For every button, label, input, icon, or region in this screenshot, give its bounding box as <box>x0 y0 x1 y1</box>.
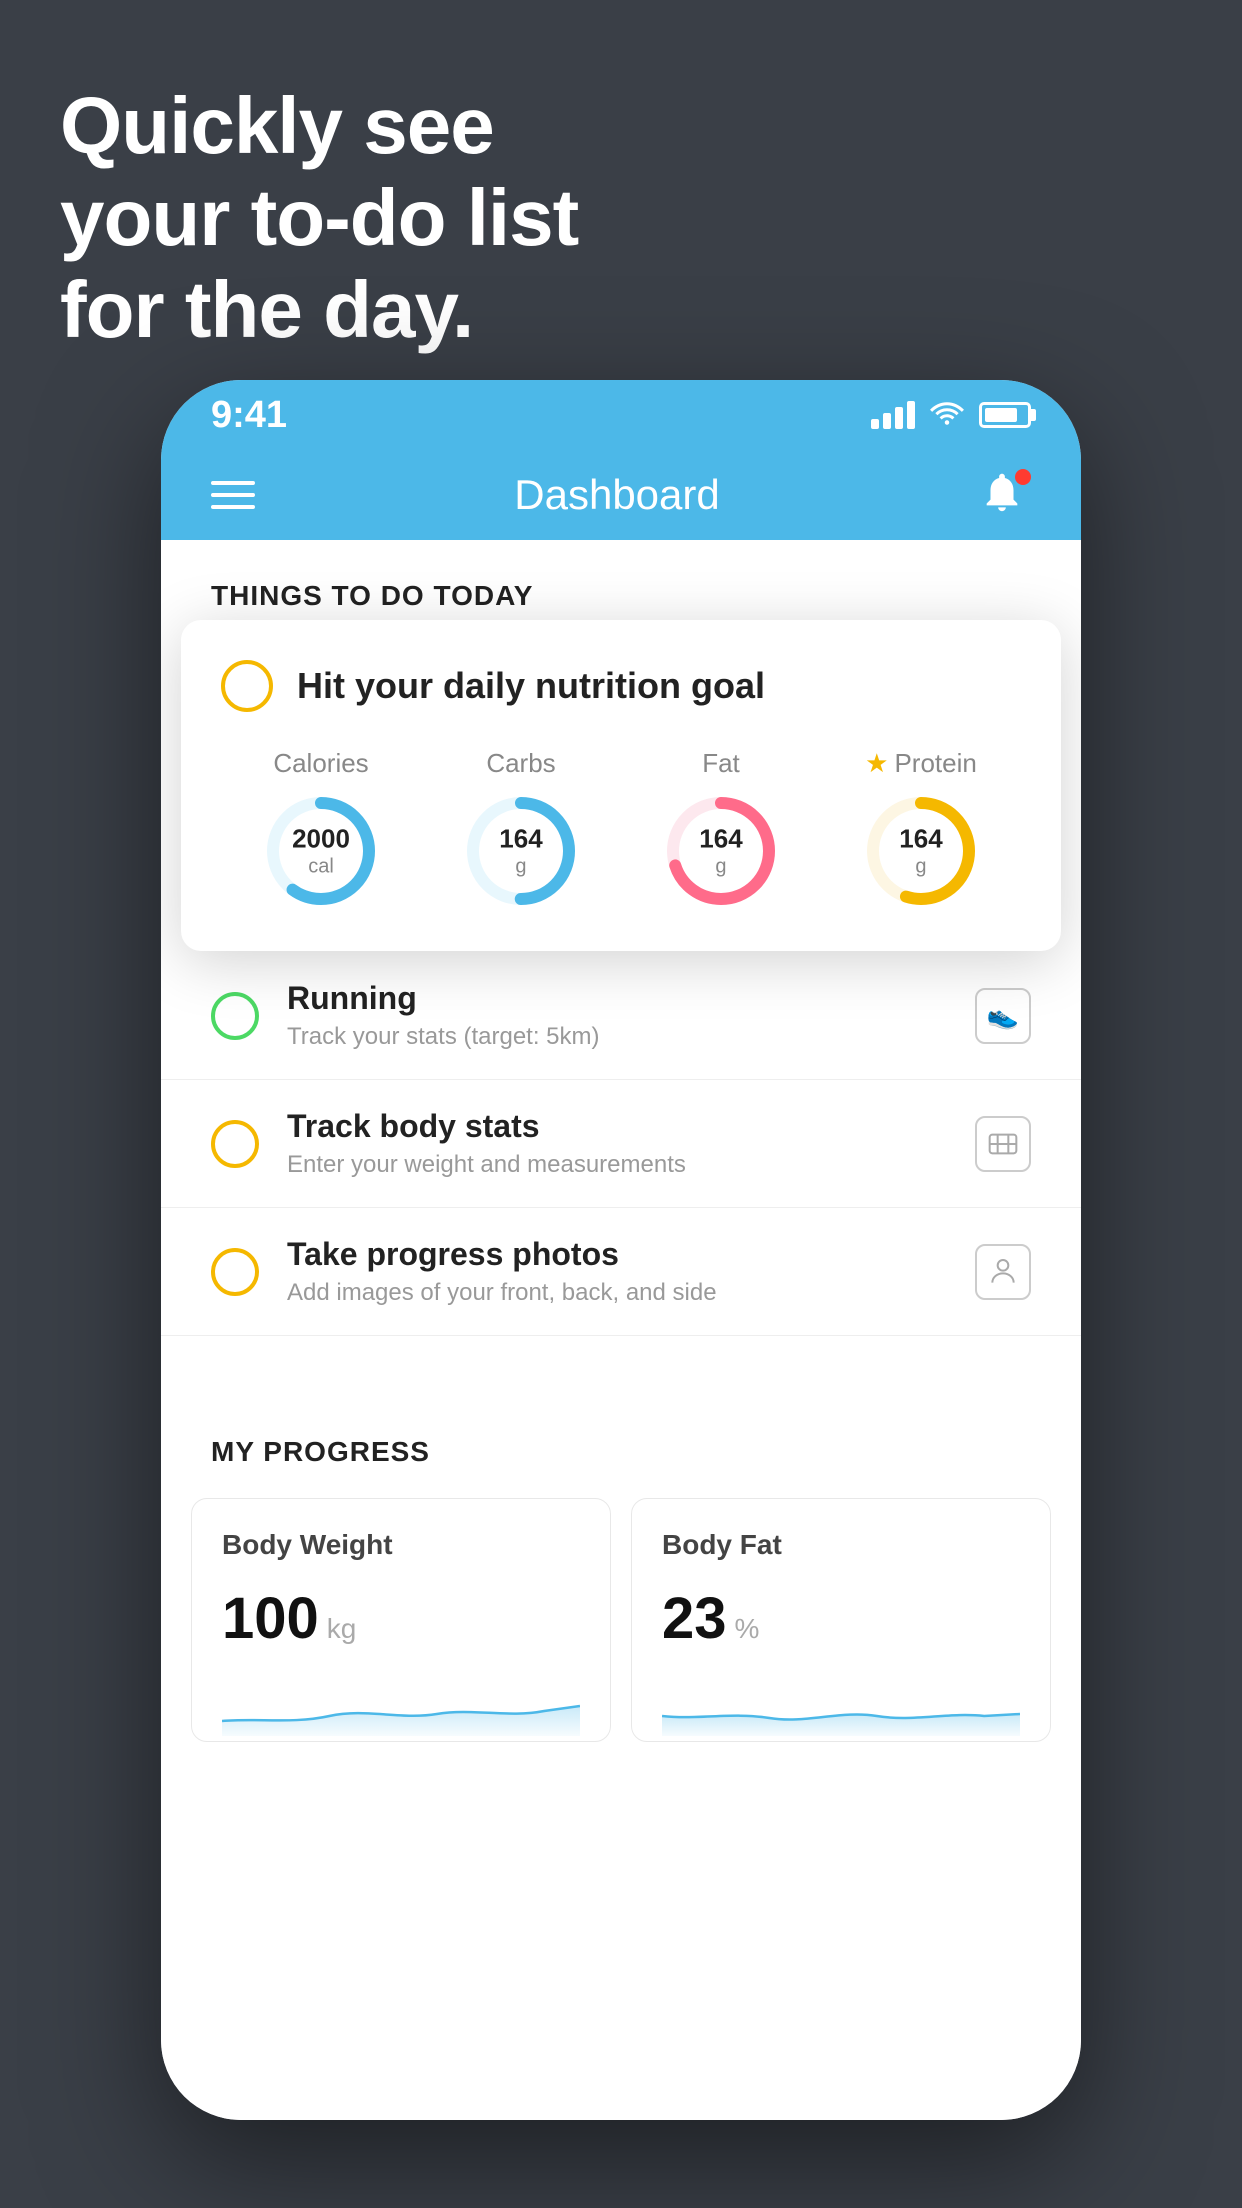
nutrition-check-circle[interactable] <box>221 660 273 712</box>
photos-subtitle: Add images of your front, back, and side <box>287 1279 1031 1307</box>
notification-bell-icon[interactable] <box>979 469 1031 521</box>
nav-title: Dashboard <box>514 471 719 519</box>
wifi-icon <box>929 397 965 434</box>
nutrition-card-title: Hit your daily nutrition goal <box>297 665 765 707</box>
nav-bar: Dashboard <box>161 450 1081 540</box>
progress-section-title: MY PROGRESS <box>191 1436 1051 1468</box>
progress-cards-row: Body Weight 100 kg <box>191 1498 1051 1742</box>
list-item-progress-photos[interactable]: Take progress photos Add images of your … <box>161 1208 1081 1336</box>
card-header-row: Hit your daily nutrition goal <box>221 660 1021 712</box>
list-item-running[interactable]: Running Track your stats (target: 5km) 👟 <box>161 952 1081 1080</box>
headline-line1: Quickly see <box>60 80 578 172</box>
progress-section: MY PROGRESS Body Weight 100 kg <box>161 1396 1081 1772</box>
protein-label: ★ Protein <box>865 748 977 779</box>
things-to-do-title: THINGS TO DO TODAY <box>211 580 533 611</box>
body-fat-value: 23 <box>662 1585 727 1652</box>
photos-check-circle <box>211 1248 259 1296</box>
status-time: 9:41 <box>211 394 287 437</box>
nutrition-carbs: Carbs 164 g <box>461 748 581 911</box>
protein-star-icon: ★ <box>865 748 888 779</box>
calories-donut: 2000 cal <box>261 791 381 911</box>
body-weight-card-title: Body Weight <box>222 1529 580 1561</box>
running-subtitle: Track your stats (target: 5km) <box>287 1023 1031 1051</box>
battery-icon <box>979 402 1031 428</box>
scale-icon-box <box>975 1116 1031 1172</box>
body-stats-check-circle <box>211 1120 259 1168</box>
running-icon-box: 👟 <box>975 988 1031 1044</box>
protein-unit: g <box>899 855 942 879</box>
headline: Quickly see your to-do list for the day. <box>60 80 578 356</box>
things-to-do-section: THINGS TO DO TODAY <box>161 540 1081 632</box>
phone-frame: 9:41 Dashboard <box>161 380 1081 2120</box>
hamburger-menu[interactable] <box>211 481 255 509</box>
body-weight-unit: kg <box>327 1613 357 1645</box>
fat-value: 164 <box>699 823 742 854</box>
running-title: Running <box>287 980 1031 1017</box>
running-check-circle <box>211 992 259 1040</box>
scale-icon <box>987 1128 1019 1160</box>
nutrition-protein: ★ Protein 164 g <box>861 748 981 911</box>
fat-donut: 164 g <box>661 791 781 911</box>
carbs-label: Carbs <box>486 748 555 779</box>
body-fat-unit: % <box>735 1613 760 1645</box>
headline-line3: for the day. <box>60 264 578 356</box>
body-stats-title: Track body stats <box>287 1108 1031 1145</box>
calories-label: Calories <box>273 748 368 779</box>
nutrition-fat: Fat 164 g <box>661 748 781 911</box>
fat-label: Fat <box>702 748 740 779</box>
fat-unit: g <box>699 855 742 879</box>
body-stats-subtitle: Enter your weight and measurements <box>287 1151 1031 1179</box>
headline-line2: your to-do list <box>60 172 578 264</box>
status-icons <box>871 397 1031 434</box>
body-fat-card[interactable]: Body Fat 23 % <box>631 1498 1051 1742</box>
calories-value: 2000 <box>292 823 350 854</box>
protein-donut: 164 g <box>861 791 981 911</box>
carbs-donut: 164 g <box>461 791 581 911</box>
person-icon <box>987 1256 1019 1288</box>
status-bar: 9:41 <box>161 380 1081 450</box>
body-fat-chart <box>662 1676 1020 1736</box>
body-fat-card-title: Body Fat <box>662 1529 1020 1561</box>
carbs-value: 164 <box>499 823 542 854</box>
nutrition-items-row: Calories 2000 cal Carbs <box>221 748 1021 911</box>
carbs-unit: g <box>499 855 542 879</box>
phone-content: THINGS TO DO TODAY Hit your daily nutrit… <box>161 540 1081 2120</box>
calories-unit: cal <box>292 855 350 879</box>
body-weight-chart <box>222 1676 580 1736</box>
photos-title: Take progress photos <box>287 1236 1031 1273</box>
shoe-icon: 👟 <box>987 1000 1019 1031</box>
protein-value: 164 <box>899 823 942 854</box>
nutrition-card: Hit your daily nutrition goal Calories 2… <box>181 620 1061 951</box>
todo-list: Running Track your stats (target: 5km) 👟… <box>161 952 1081 1336</box>
body-weight-value: 100 <box>222 1585 319 1652</box>
person-icon-box <box>975 1244 1031 1300</box>
notification-dot <box>1015 469 1031 485</box>
signal-bars-icon <box>871 401 915 429</box>
nutrition-calories: Calories 2000 cal <box>261 748 381 911</box>
body-weight-card[interactable]: Body Weight 100 kg <box>191 1498 611 1742</box>
list-item-body-stats[interactable]: Track body stats Enter your weight and m… <box>161 1080 1081 1208</box>
